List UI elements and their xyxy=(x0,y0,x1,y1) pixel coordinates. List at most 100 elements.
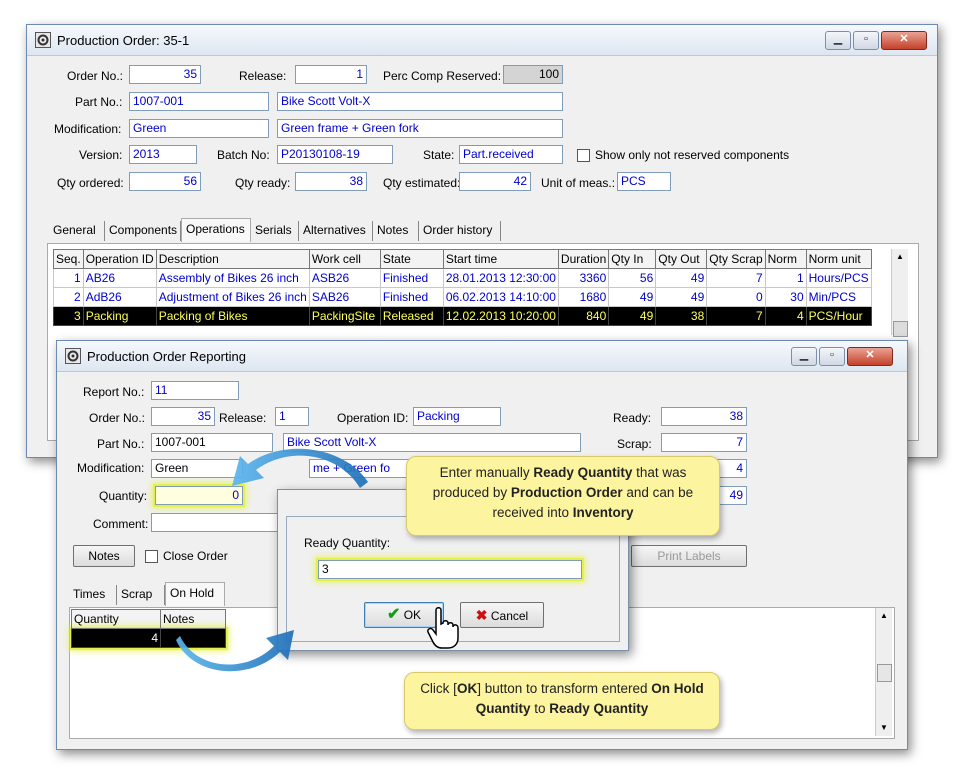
col-norm[interactable]: Norm xyxy=(764,249,807,269)
tab-times[interactable]: Times xyxy=(69,585,117,605)
main-title: Production Order: 35-1 xyxy=(57,33,190,48)
col-qty-in[interactable]: Qty In xyxy=(608,249,657,269)
cell: 49 xyxy=(608,287,657,307)
table-row[interactable]: 2 AdB26 Adjustment of Bikes 26 inch SAB2… xyxy=(53,287,872,307)
minimize-button[interactable]: ▁ xyxy=(791,347,817,366)
uom-label: Unit of meas.: xyxy=(541,176,616,190)
tab-order-history[interactable]: Order history xyxy=(419,221,501,241)
close-button[interactable]: ✕ xyxy=(881,31,927,50)
cell: Hours/PCS xyxy=(805,268,872,288)
cell: 1680 xyxy=(557,287,610,307)
uom-field[interactable]: PCS xyxy=(617,172,671,191)
qty-estimated-field[interactable]: 42 xyxy=(459,172,531,191)
col-duration[interactable]: Duration xyxy=(557,249,610,269)
col-operation-id[interactable]: Operation ID xyxy=(82,249,157,269)
check-icon: ✔ xyxy=(386,606,401,623)
order-no-field[interactable]: 35 xyxy=(151,407,215,426)
part-desc-field[interactable]: Bike Scott Volt-X xyxy=(277,92,563,111)
chevron-up-icon[interactable]: ▲ xyxy=(876,608,892,624)
tab-general[interactable]: General xyxy=(49,221,105,241)
show-not-reserved-checkbox[interactable] xyxy=(577,149,590,162)
col-state[interactable]: State xyxy=(379,249,444,269)
modification-field[interactable]: Green xyxy=(129,119,269,138)
table-row-selected[interactable]: 3 Packing Packing of Bikes PackingSite R… xyxy=(53,306,872,326)
tab-alternatives[interactable]: Alternatives xyxy=(299,221,373,241)
release-label: Release: xyxy=(239,69,287,83)
part-no-field[interactable]: 1007-001 xyxy=(129,92,269,111)
cell: 1 xyxy=(764,268,807,288)
minimize-button[interactable]: ▁ xyxy=(825,31,851,50)
tab-scrap[interactable]: Scrap xyxy=(117,585,165,605)
cell: 7 xyxy=(706,268,766,288)
tab-notes[interactable]: Notes xyxy=(373,221,419,241)
tab-operations[interactable]: Operations xyxy=(181,218,251,242)
curved-arrow-icon xyxy=(176,630,294,672)
release-field[interactable]: 1 xyxy=(275,407,309,426)
close-order-checkbox[interactable] xyxy=(145,550,158,563)
ready-field[interactable]: 38 xyxy=(661,407,747,426)
col-quantity[interactable]: Quantity xyxy=(71,609,161,629)
comment-field[interactable] xyxy=(151,513,281,532)
close-button[interactable]: ✕ xyxy=(847,347,893,366)
cell: AdB26 xyxy=(82,287,157,307)
operation-id-field[interactable]: Packing xyxy=(413,407,501,426)
cell: 49 xyxy=(655,287,708,307)
callout-enter-quantity: Enter manually Ready Quantity that was p… xyxy=(406,456,720,536)
callout-click-ok: Click [OK] button to transform entered O… xyxy=(404,672,720,730)
reporting-titlebar[interactable]: Production Order Reporting ▁ ▫ ✕ xyxy=(57,341,907,372)
cell: 56 xyxy=(608,268,657,288)
reporting-tabs: Times Scrap On Hold xyxy=(69,582,279,606)
col-seq[interactable]: Seq. xyxy=(53,249,84,269)
chevron-down-icon[interactable]: ▼ xyxy=(876,720,892,736)
cell: PCS/Hour xyxy=(805,306,872,326)
cell: 840 xyxy=(557,306,610,326)
callout-text: Click [ xyxy=(420,681,457,696)
table-row[interactable]: 1 AB26 Assembly of Bikes 26 inch ASB26 F… xyxy=(53,268,872,288)
modification-label: Modification: xyxy=(77,461,145,475)
ready-quantity-input[interactable]: 3 xyxy=(318,560,582,579)
tab-serials[interactable]: Serials xyxy=(251,221,299,241)
operations-grid[interactable]: Seq. Operation ID Description Work cell … xyxy=(53,249,872,326)
cancel-label: Cancel xyxy=(490,609,529,623)
col-description[interactable]: Description xyxy=(155,249,310,269)
grid-scrollbar[interactable]: ▲ xyxy=(891,249,908,337)
scrap-field[interactable]: 7 xyxy=(661,433,747,452)
tab-components[interactable]: Components xyxy=(105,221,181,241)
part-no-label: Part No.: xyxy=(97,437,145,451)
main-titlebar[interactable]: Production Order: 35-1 ▁ ▫ ✕ xyxy=(27,25,937,56)
scroll-thumb[interactable] xyxy=(893,321,908,337)
print-labels-button[interactable]: Print Labels xyxy=(631,545,747,567)
order-no-field[interactable]: 35 xyxy=(129,65,201,84)
cell: ASB26 xyxy=(308,268,381,288)
cancel-button[interactable]: ✖ Cancel xyxy=(460,602,544,628)
col-norm-unit[interactable]: Norm unit xyxy=(805,249,872,269)
qty-ready-field[interactable]: 38 xyxy=(295,172,367,191)
notes-button[interactable]: Notes xyxy=(73,545,135,567)
col-qty-out[interactable]: Qty Out xyxy=(655,249,708,269)
release-field[interactable]: 1 xyxy=(295,65,367,84)
cell: 2 xyxy=(53,287,84,307)
col-start-time[interactable]: Start time xyxy=(442,249,559,269)
cell: Assembly of Bikes 26 inch xyxy=(155,268,310,288)
col-work-cell[interactable]: Work cell xyxy=(308,249,381,269)
maximize-button[interactable]: ▫ xyxy=(819,347,845,366)
batch-field[interactable]: P20130108-19 xyxy=(277,145,393,164)
tab-on-hold[interactable]: On Hold xyxy=(165,582,225,606)
panel-scrollbar[interactable]: ▲ ▼ xyxy=(875,608,892,736)
state-field[interactable]: Part.received xyxy=(459,145,563,164)
report-no-field[interactable]: 11 xyxy=(151,381,239,400)
qty-ordered-field[interactable]: 56 xyxy=(129,172,201,191)
modification-desc-field[interactable]: Green frame + Green fork xyxy=(277,119,563,138)
part-no-label: Part No.: xyxy=(75,95,123,109)
chevron-up-icon[interactable]: ▲ xyxy=(892,249,908,265)
col-qty-scrap[interactable]: Qty Scrap xyxy=(706,249,766,269)
version-field[interactable]: 2013 xyxy=(129,145,197,164)
cell: 38 xyxy=(655,306,708,326)
gear-icon xyxy=(65,348,81,364)
cell: Released xyxy=(379,306,444,326)
report-no-label: Report No.: xyxy=(83,385,145,399)
order-no-label: Order No.: xyxy=(89,411,146,425)
maximize-button[interactable]: ▫ xyxy=(853,31,879,50)
scroll-thumb[interactable] xyxy=(877,664,892,682)
cell: 30 xyxy=(764,287,807,307)
